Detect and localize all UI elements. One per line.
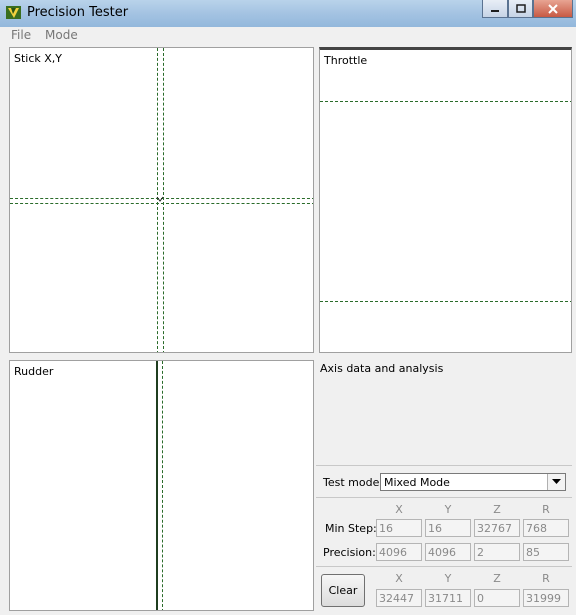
separator [316, 497, 572, 498]
separator [316, 465, 572, 466]
min-step-x: 16 [376, 519, 422, 537]
current-r: 31999 [523, 589, 569, 607]
precision-z: 2 [474, 543, 520, 561]
separator [316, 566, 572, 567]
test-mode-label: Test mode: [323, 476, 384, 489]
dropdown-arrow-icon[interactable] [547, 474, 565, 490]
title-bar[interactable]: Precision Tester [0, 0, 576, 28]
rudder-center-line [162, 361, 163, 610]
menu-mode[interactable]: Mode [45, 28, 78, 42]
test-mode-select[interactable]: Mixed Mode [380, 473, 566, 491]
precision-x: 4096 [376, 543, 422, 561]
test-mode-value: Mixed Mode [384, 476, 450, 489]
current-x: 32447 [376, 589, 422, 607]
current-y: 31711 [425, 589, 471, 607]
column-header-x: X [395, 572, 403, 585]
min-step-label: Min Step: [325, 522, 377, 535]
minimize-button[interactable] [482, 0, 508, 18]
stick-position-marker [156, 196, 164, 202]
column-header-z: Z [493, 503, 501, 516]
menu-bar: File Mode [0, 27, 576, 45]
column-header-y: Y [444, 572, 452, 585]
stick-xy-title: Stick X,Y [14, 52, 63, 65]
clear-button[interactable]: Clear [321, 574, 365, 607]
precision-y: 4096 [425, 543, 471, 561]
window-title: Precision Tester [27, 5, 129, 20]
min-step-r: 768 [523, 519, 569, 537]
column-header-z: Z [493, 572, 501, 585]
column-header-r: R [542, 572, 550, 585]
column-header-r: R [542, 503, 550, 516]
current-z: 0 [474, 589, 520, 607]
app-icon [6, 6, 21, 19]
analysis-area: Axis data and analysis [316, 356, 572, 463]
maximize-button[interactable] [508, 0, 533, 18]
throttle-panel: Throttle [319, 47, 572, 353]
throttle-title: Throttle [324, 54, 368, 67]
column-header-y: Y [444, 503, 452, 516]
min-step-z: 32767 [474, 519, 520, 537]
precision-label: Precision: [323, 546, 376, 559]
rudder-panel: Rudder [9, 360, 314, 611]
throttle-upper-line [320, 101, 571, 102]
column-header-x: X [395, 503, 403, 516]
stick-xy-panel: Stick X,Y [9, 47, 314, 353]
throttle-lower-line [320, 301, 571, 302]
analysis-title: Axis data and analysis [320, 362, 444, 375]
clear-button-label: Clear [328, 584, 358, 597]
menu-file[interactable]: File [11, 28, 31, 42]
rudder-position-line [156, 361, 158, 610]
maximize-icon [515, 4, 526, 13]
close-icon [548, 3, 558, 14]
precision-r: 85 [523, 543, 569, 561]
minimize-icon [491, 9, 499, 12]
close-button[interactable] [533, 0, 573, 18]
rudder-title: Rudder [14, 365, 54, 378]
min-step-y: 16 [425, 519, 471, 537]
